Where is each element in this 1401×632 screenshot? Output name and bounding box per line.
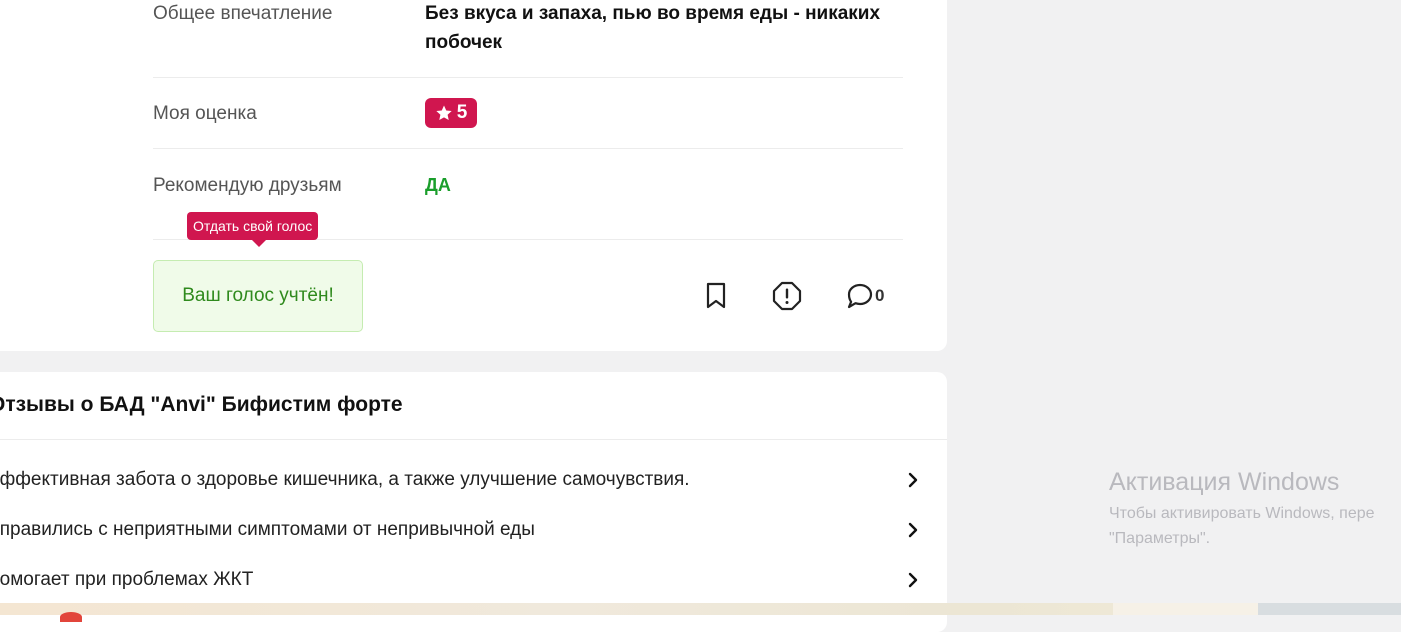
recommend-value: ДА <box>425 175 451 195</box>
rating-value: 5 <box>456 102 468 123</box>
row-divider <box>153 148 903 149</box>
windows-activation-line: Чтобы активировать Windows, пере <box>1109 505 1375 522</box>
review-link[interactable]: Справились с неприятными симптомами от н… <box>0 519 535 541</box>
section-title: Отзывы о БАД "Anvi" Бифистим форте <box>0 393 403 416</box>
windows-activation-text: Чтобы активировать Windows, пере "Параме… <box>1109 501 1375 551</box>
rating-label: Моя оценка <box>153 103 257 124</box>
comment-count: 0 <box>875 286 885 305</box>
taskbar-item[interactable] <box>1113 603 1258 615</box>
taskbar-tray <box>1258 603 1401 615</box>
chevron-right-icon[interactable] <box>905 572 921 588</box>
star-icon <box>436 105 452 121</box>
review-link[interactable]: Эффективная забота о здоровье кишечника,… <box>0 469 690 491</box>
report-button[interactable] <box>772 280 802 312</box>
recommend-label: Рекомендую друзьям <box>153 175 342 196</box>
windows-activation-title: Активация Windows <box>1109 468 1340 496</box>
bookmark-icon <box>706 282 726 309</box>
chevron-right-icon[interactable] <box>905 522 921 538</box>
taskbar-app-icon[interactable] <box>60 612 82 622</box>
report-icon <box>772 281 802 311</box>
impression-value-line2: побочек <box>425 32 503 53</box>
comment-button[interactable] <box>845 280 875 312</box>
row-divider <box>153 77 903 78</box>
comment-icon <box>847 283 873 309</box>
tooltip-arrow <box>252 240 266 247</box>
vote-tooltip: Отдать свой голос <box>187 212 319 240</box>
vote-button[interactable]: Ваш голос учтён! <box>153 260 363 332</box>
chevron-right-icon[interactable] <box>905 472 921 488</box>
rating-badge: 5 <box>425 98 477 128</box>
impression-value-line1: Без вкуса и запаха, пью во время еды - н… <box>425 3 881 24</box>
bookmark-button[interactable] <box>701 280 731 312</box>
section-divider <box>0 439 947 440</box>
impression-label: Общее впечатление <box>153 3 333 24</box>
windows-activation-line: "Параметры". <box>1109 530 1211 547</box>
review-link[interactable]: Помогает при проблемах ЖКТ <box>0 569 253 591</box>
